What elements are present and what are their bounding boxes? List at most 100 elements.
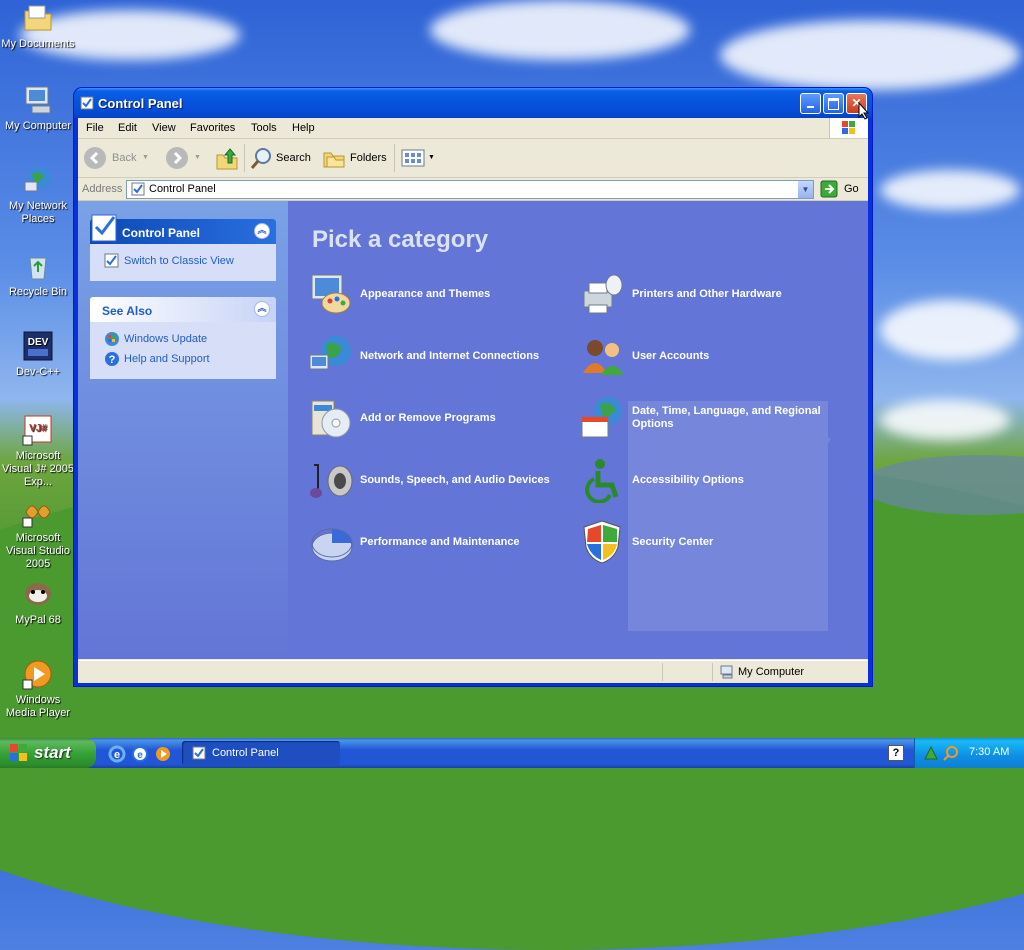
menu-help[interactable]: Help xyxy=(292,122,315,134)
desktop-icon-my-documents[interactable]: My Documents xyxy=(0,2,76,51)
back-label: Back xyxy=(112,152,137,164)
network-tray-icon[interactable] xyxy=(923,745,939,761)
category-security-center[interactable]: Security Center xyxy=(580,519,850,567)
category-date-time-language[interactable]: Date, Time, Language, and Regional Optio… xyxy=(580,395,850,443)
svg-text:VJ#: VJ# xyxy=(29,423,47,434)
menu-edit[interactable]: Edit xyxy=(118,122,137,134)
category-user-accounts[interactable]: User Accounts xyxy=(580,333,850,381)
forward-button[interactable]: ▼ xyxy=(164,139,201,177)
category-label: Sounds, Speech, and Audio Devices xyxy=(360,474,550,486)
up-folder-icon xyxy=(216,148,238,170)
menu-favorites[interactable]: Favorites xyxy=(190,122,235,134)
back-dropdown-icon: ▼ xyxy=(142,154,149,161)
help-icon: ? xyxy=(892,747,900,759)
desktop-icon-my-computer[interactable]: My Computer xyxy=(0,84,76,133)
up-button[interactable] xyxy=(214,145,240,171)
menu-file[interactable]: File xyxy=(86,122,104,134)
classic-view-icon xyxy=(104,253,119,268)
status-divider xyxy=(712,663,713,681)
forward-arrow-icon xyxy=(166,147,188,169)
collapse-icon[interactable]: ︽ xyxy=(254,223,270,239)
svg-text:e: e xyxy=(114,749,120,761)
forward-dropdown-icon: ▼ xyxy=(194,154,201,161)
desktop-icon-windows-media-player[interactable]: Windows Media Player xyxy=(0,658,76,720)
status-divider xyxy=(662,663,663,681)
go-arrow-icon xyxy=(820,180,838,198)
window-client: File Edit View Favorites Tools Help Back… xyxy=(78,118,868,683)
windows-flag-icon xyxy=(10,744,27,761)
desktop-icon-recycle-bin[interactable]: Recycle Bin xyxy=(0,250,76,299)
mypal-icon xyxy=(22,578,54,610)
desktop-icon-label: Recycle Bin xyxy=(8,286,68,298)
search-tray-icon[interactable] xyxy=(943,745,959,761)
category-label: Accessibility Options xyxy=(632,474,744,486)
desktop-icon-visual-studio[interactable]: Microsoft Visual Studio 2005 xyxy=(0,496,76,571)
task-pane: Control Panel ︽ Switch to Classic View S… xyxy=(78,201,288,659)
address-value: Control Panel xyxy=(149,183,216,195)
minimize-button[interactable] xyxy=(800,93,821,114)
quick-launch-media-player[interactable] xyxy=(154,745,172,763)
control-panel-box-title: Control Panel xyxy=(122,226,201,240)
address-dropdown-button[interactable]: ▼ xyxy=(798,181,813,198)
see-also-box-header[interactable]: See Also ︽ xyxy=(90,297,276,322)
collapse-icon[interactable]: ︽ xyxy=(254,301,270,317)
toolbar: Back ▼ ▼ Search Folders ▼ xyxy=(78,139,868,178)
svg-text:?: ? xyxy=(109,354,116,366)
category-label: Network and Internet Connections xyxy=(360,350,540,362)
desktop-icon-label: Dev-C++ xyxy=(15,366,61,378)
control-panel-large-icon xyxy=(91,214,117,242)
go-button[interactable]: Go xyxy=(820,180,864,198)
back-button[interactable]: Back ▼ xyxy=(84,139,150,177)
network-internet-icon xyxy=(308,333,354,379)
category-add-remove-programs[interactable]: Add or Remove Programs xyxy=(308,395,578,443)
control-panel-window[interactable]: Control Panel ✕ File Edit View Favorites… xyxy=(74,88,872,686)
control-panel-box-header[interactable]: Control Panel ︽ xyxy=(90,214,276,244)
category-accessibility[interactable]: Accessibility Options xyxy=(580,457,850,505)
user-accounts-icon xyxy=(580,333,626,379)
switch-classic-view-link[interactable]: Switch to Classic View xyxy=(124,255,234,267)
clock[interactable]: 7:30 AM xyxy=(969,746,1009,758)
category-printers-hardware[interactable]: Printers and Other Hardware xyxy=(580,271,850,319)
add-remove-programs-icon xyxy=(308,395,354,441)
media-player-icon xyxy=(22,658,54,690)
desktop-icon-mypal[interactable]: MyPal 68 xyxy=(0,578,76,627)
help-and-support-link[interactable]: Help and Support xyxy=(124,353,210,365)
network-icon xyxy=(22,164,54,196)
taskbar-button-control-panel[interactable]: Control Panel xyxy=(182,741,340,765)
quick-launch-ie[interactable]: e xyxy=(108,745,126,763)
category-performance-maintenance[interactable]: Performance and Maintenance xyxy=(308,519,578,567)
chevron-down-icon: ▼ xyxy=(801,185,810,194)
category-appearance-themes[interactable]: Appearance and Themes xyxy=(308,271,578,319)
system-tray: 7:30 AM xyxy=(914,738,1024,768)
quick-launch-ie-alt[interactable]: e xyxy=(131,745,149,763)
desktop-icon-visual-jsharp[interactable]: VJ# Microsoft Visual J# 2005 Exp... xyxy=(0,414,76,489)
help-tray-button[interactable]: ? xyxy=(888,745,904,761)
title-bar[interactable]: Control Panel ✕ xyxy=(74,88,872,118)
status-bar: My Computer xyxy=(78,660,868,683)
control-panel-small-icon xyxy=(80,96,94,110)
sounds-speech-audio-icon xyxy=(308,457,354,503)
start-button[interactable]: start xyxy=(0,738,96,768)
address-input[interactable]: Control Panel ▼ xyxy=(126,180,814,199)
search-button[interactable]: Search xyxy=(250,139,316,177)
desktop-icon-my-network-places[interactable]: My Network Places xyxy=(0,164,76,226)
category-network-internet[interactable]: Network and Internet Connections xyxy=(308,333,578,381)
windows-update-link[interactable]: Windows Update xyxy=(124,333,207,345)
desktop-icon-dev-cpp[interactable]: DEV Dev-C++ xyxy=(0,330,76,379)
views-button[interactable]: ▼ xyxy=(400,146,438,170)
menu-view[interactable]: View xyxy=(152,122,176,134)
taskbar-button-label: Control Panel xyxy=(212,747,279,759)
maximize-button[interactable] xyxy=(823,93,844,114)
category-label: Security Center xyxy=(632,536,714,548)
folders-icon xyxy=(323,152,345,168)
folders-button[interactable]: Folders xyxy=(322,139,388,177)
media-player-icon xyxy=(156,747,170,761)
folders-label: Folders xyxy=(350,152,387,164)
maximize-icon xyxy=(828,98,839,110)
menu-tools[interactable]: Tools xyxy=(251,122,277,134)
status-location: My Computer xyxy=(738,666,805,678)
computer-icon xyxy=(22,84,54,116)
category-sounds-speech-audio[interactable]: Sounds, Speech, and Audio Devices xyxy=(308,457,578,505)
accessibility-icon xyxy=(580,457,626,504)
views-icon xyxy=(401,149,425,167)
